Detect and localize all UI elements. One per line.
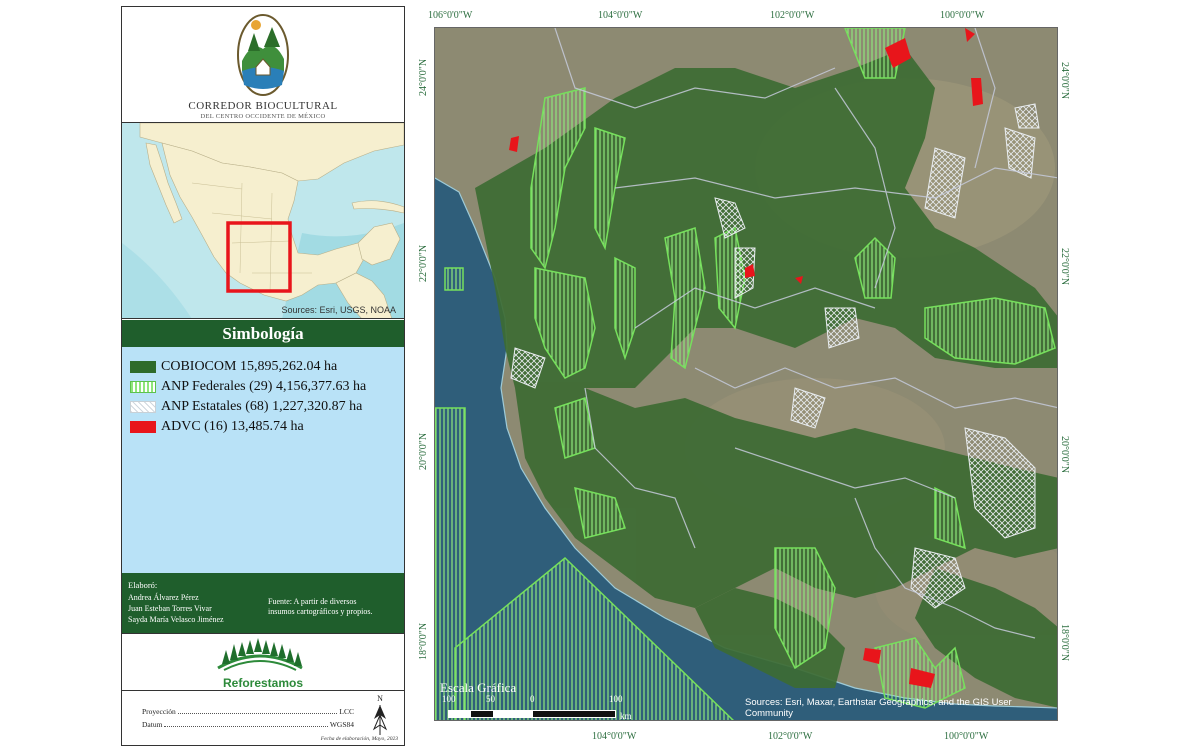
- legend-swatch: [130, 421, 156, 433]
- projection-label: Proyección: [142, 707, 176, 716]
- org-title: CORREDOR BIOCULTURAL: [188, 100, 338, 112]
- map-graphic: [435, 28, 1057, 720]
- credits: Elaboró: Andrea Álvarez Pérez Juan Esteb…: [122, 573, 404, 633]
- lon-tick-label: 100°0'0"W: [944, 731, 989, 742]
- locator-map: Sources: Esri, USGS, NOAA: [122, 123, 404, 319]
- svg-text:N: N: [377, 694, 383, 703]
- partner-name: Reforestamos: [222, 676, 304, 690]
- datum-value: WGS84: [329, 720, 354, 729]
- lat-tick-label: 20°0'0"N: [418, 432, 429, 470]
- reforestamos-logo-icon: [217, 638, 303, 671]
- projection-info: Proyección LCC Datum WGS84 N Fecha de el…: [122, 691, 404, 745]
- lon-tick-label: 106°0'0"W: [428, 10, 473, 21]
- scale-label: 50: [486, 694, 495, 704]
- lat-tick-label: 24°0'0"N: [418, 58, 429, 96]
- source-note: insumos cartográficos y propios.: [268, 607, 373, 616]
- credits-label: Elaboró:: [128, 580, 158, 590]
- main-map[interactable]: [434, 27, 1058, 721]
- legend-item-anp-estatales: ANP Estatales (68) 1,227,320.87 ha: [130, 399, 363, 414]
- creation-date: Fecha de elaboración, Mayo, 2023: [320, 736, 398, 742]
- legend-swatch: [130, 381, 156, 393]
- corridor-logo-icon: [237, 14, 289, 96]
- scale-unit: km: [620, 711, 632, 721]
- locator-map-graphic: [122, 123, 404, 318]
- org-subtitle: DEL CENTRO OCCIDENTE DE MÉXICO: [200, 113, 326, 120]
- legend-swatch: [130, 361, 156, 373]
- map-source-attribution: Sources: Esri, Maxar, Earthstar Geograph…: [745, 697, 1012, 719]
- credit-author: Andrea Álvarez Pérez: [128, 593, 199, 602]
- lat-tick-label: 22°0'0"N: [418, 244, 429, 282]
- legend-label: ANP Estatales (68) 1,227,320.87 ha: [161, 399, 363, 414]
- projection-row: Proyección LCC: [142, 707, 354, 716]
- lon-tick-label: 102°0'0"W: [768, 731, 813, 742]
- lat-tick-label: 20°0'0"N: [1059, 436, 1070, 474]
- legend: COBIOCOM 15,895,262.04 ha ANP Federales …: [122, 347, 404, 573]
- logo-box: CORREDOR BIOCULTURAL DEL CENTRO OCCIDENT…: [122, 7, 404, 123]
- credit-author: Juan Esteban Torres Vivar: [128, 604, 212, 613]
- lat-tick-label: 18°0'0"N: [418, 622, 429, 660]
- locator-source: Sources: Esri, USGS, NOAA: [281, 305, 396, 315]
- legend-item-cobiocom: COBIOCOM 15,895,262.04 ha: [130, 359, 338, 374]
- legend-label: COBIOCOM 15,895,262.04 ha: [161, 359, 338, 374]
- scale-bar: [448, 710, 616, 718]
- scale-segment: [449, 711, 471, 717]
- lon-tick-label: 104°0'0"W: [592, 731, 637, 742]
- datum-label: Datum: [142, 720, 163, 729]
- north-arrow-icon: N: [372, 694, 388, 735]
- lat-tick-label: 22°0'0"N: [1059, 248, 1070, 286]
- datum-row: Datum WGS84: [142, 720, 354, 729]
- legend-title: Simbología: [122, 320, 404, 347]
- scale-segment: [471, 711, 493, 717]
- scale-label: 100: [442, 694, 456, 704]
- source-note: Fuente: A partir de diversos: [268, 597, 357, 606]
- scale-label: 100: [609, 694, 623, 704]
- legend-swatch: [130, 401, 156, 413]
- legend-label: ANP Federales (29) 4,156,377.63 ha: [161, 379, 367, 394]
- legend-item-anp-federales: ANP Federales (29) 4,156,377.63 ha: [130, 379, 367, 394]
- legend-item-advc: ADVC (16) 13,485.74 ha: [130, 419, 304, 434]
- partner-logo-box: Reforestamos: [122, 633, 404, 691]
- lat-tick-label: 18°0'0"N: [1059, 624, 1070, 662]
- lon-tick-label: 102°0'0"W: [770, 10, 815, 21]
- info-panel: CORREDOR BIOCULTURAL DEL CENTRO OCCIDENT…: [121, 6, 405, 746]
- scale-segment: [493, 711, 533, 717]
- legend-label: ADVC (16) 13,485.74 ha: [161, 419, 304, 434]
- scale-label: 0: [530, 694, 535, 704]
- credit-author: Sayda María Velasco Jiménez: [128, 615, 224, 624]
- projection-value: LCC: [339, 707, 354, 716]
- dotted-leader: [164, 720, 328, 727]
- lat-tick-label: 24°0'0"N: [1059, 62, 1070, 100]
- scale-segment: [533, 711, 615, 717]
- dotted-leader: [177, 707, 338, 714]
- lon-tick-label: 104°0'0"W: [598, 10, 643, 21]
- lon-tick-label: 100°0'0"W: [940, 10, 985, 21]
